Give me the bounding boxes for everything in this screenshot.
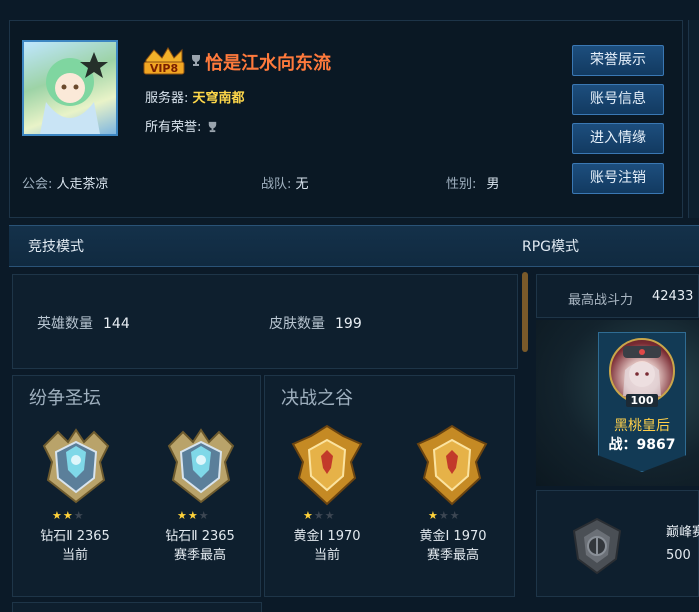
right-edge-panel	[688, 20, 699, 218]
tab-competitive-mode[interactable]: 竞技模式	[28, 236, 84, 256]
gender-label: 性别:	[446, 177, 477, 192]
player-name: 恰是江水向东流	[205, 53, 331, 74]
honors-label: 所有荣誉:	[145, 120, 202, 135]
rank-stars: ★★★	[428, 509, 461, 522]
skin-count-value: 199	[335, 316, 362, 332]
server-row: 服务器: 天穹南都	[145, 87, 245, 106]
honors-row: 所有荣誉:	[145, 116, 219, 135]
guild-value: 人走茶凉	[56, 177, 109, 192]
server-value: 天穹南都	[192, 91, 245, 106]
peak-rank-badge-icon	[572, 517, 622, 575]
hero-name: 黑桃皇后	[614, 418, 670, 434]
rank-stars: ★★★	[303, 509, 336, 522]
rank-caption: 当前	[313, 548, 340, 563]
gender-row: 性别: 男	[446, 173, 500, 192]
skin-count-label: 皮肤数量	[269, 316, 325, 332]
hero-count: 英雄数量 144	[37, 313, 130, 333]
gender-value: 男	[486, 177, 500, 192]
guild-row: 公会: 人走茶凉	[22, 173, 109, 192]
rank-best-arena: 钻石Ⅱ 2365 赛季最高	[150, 527, 250, 565]
guild-label: 公会:	[22, 177, 53, 192]
server-label: 服务器:	[145, 91, 189, 106]
gold-rank-badge-icon	[291, 424, 363, 506]
rank-tier: 黄金Ⅰ 1970	[419, 529, 487, 544]
trophy-icon	[192, 55, 200, 66]
hero-count-value: 144	[103, 316, 130, 332]
rank-tier: 钻石Ⅱ 2365	[165, 529, 235, 544]
rank-current-valley: 黄金Ⅰ 1970 当前	[277, 527, 377, 565]
rank-panel-title: 纷争圣坛	[29, 388, 101, 409]
rank-stars: ★★★	[177, 509, 210, 522]
hero-count-label: 英雄数量	[37, 316, 93, 332]
gold-rank-badge-icon	[416, 424, 488, 506]
rank-panel-title: 决战之谷	[281, 388, 353, 409]
team-label: 战队:	[261, 177, 292, 192]
next-panel-edge	[12, 602, 262, 612]
team-value: 无	[295, 177, 309, 192]
scrollbar-thumb[interactable]	[522, 272, 528, 352]
vip-label: VIP8	[150, 62, 178, 75]
max-power-value: 42433	[652, 289, 694, 304]
player-avatar[interactable]	[22, 40, 118, 136]
mode-header-bar	[9, 225, 699, 267]
rank-caption: 赛季最高	[173, 548, 226, 563]
skin-count: 皮肤数量 199	[269, 313, 362, 333]
rank-best-valley: 黄金Ⅰ 1970 赛季最高	[403, 527, 503, 565]
max-power-label: 最高战斗力	[568, 293, 634, 308]
rank-tier: 黄金Ⅰ 1970	[293, 529, 361, 544]
rank-stars: ★★★	[52, 509, 85, 522]
rank-tier: 钻石Ⅱ 2365	[40, 529, 110, 544]
collection-stats-panel: 英雄数量 144 皮肤数量 199	[12, 274, 518, 369]
peak-match-label: 巅峰赛	[666, 525, 699, 540]
account-info-button[interactable]: 账号信息	[572, 84, 664, 115]
account-cancel-button[interactable]: 账号注销	[572, 163, 664, 194]
diamond-rank-badge-icon	[167, 428, 235, 504]
tab-rpg-mode[interactable]: RPG模式	[522, 236, 579, 256]
hero-level-badge: 100	[626, 394, 658, 407]
rank-caption: 当前	[61, 548, 88, 563]
rank-current-arena: 钻石Ⅱ 2365 当前	[25, 527, 125, 565]
vip-crown-icon: VIP8	[143, 47, 185, 75]
peak-match-value: 500	[666, 548, 691, 563]
diamond-rank-badge-icon	[42, 428, 110, 504]
hero-power: 战：9867	[608, 437, 676, 453]
honor-display-button[interactable]: 荣誉展示	[572, 45, 664, 76]
trophy-icon	[208, 121, 216, 133]
rank-caption: 赛季最高	[426, 548, 479, 563]
team-row: 战队: 无	[261, 173, 309, 192]
relationship-button[interactable]: 进入情缘	[572, 123, 664, 154]
